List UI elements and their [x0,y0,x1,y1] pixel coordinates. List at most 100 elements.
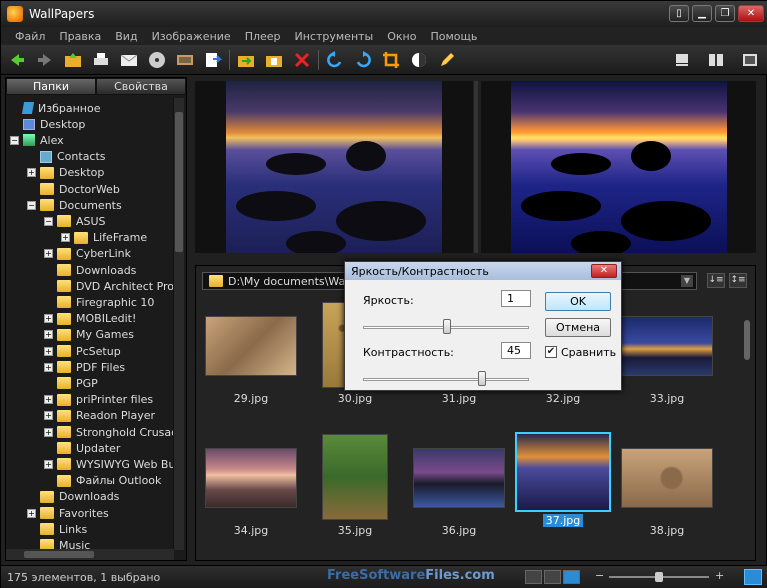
menu-edit[interactable]: Правка [59,30,101,43]
tree-item[interactable]: Файлы Outlook [44,473,161,489]
move-to-folder-icon[interactable] [234,49,258,71]
view-split-icon[interactable] [704,49,728,71]
browser-scrollbar[interactable] [742,302,753,558]
contrast-slider-thumb[interactable] [478,371,487,386]
tree-item[interactable]: + PDF Files [44,359,125,375]
convert-icon[interactable] [201,49,225,71]
expand-icon[interactable]: + [61,233,70,243]
forward-arrow-icon[interactable] [33,49,57,71]
expand-icon[interactable]: + [44,330,53,340]
thumbnail-item[interactable]: 35.jpg [307,434,403,537]
collapse-icon[interactable]: − [27,200,36,210]
sort-ascending-icon[interactable]: ↓≡ [707,273,725,288]
tab-folders[interactable]: Папки [6,78,96,95]
thumbnail-item[interactable]: 37.jpg [515,432,611,527]
fullscreen-icon[interactable] [744,569,762,585]
thumbnail-item[interactable]: 29.jpg [203,316,299,405]
contrast-input[interactable]: 45 [501,342,531,359]
zoom-out-icon[interactable]: − [595,569,604,582]
tree-item[interactable]: Desktop [10,116,85,132]
tree-item[interactable]: + priPrinter files [44,392,153,408]
disc-icon[interactable] [145,49,169,71]
expand-icon[interactable]: + [44,362,53,372]
tree-item[interactable]: + LifeFrame [61,230,147,246]
cancel-button[interactable]: Отмена [545,318,611,337]
tree-item[interactable]: Updater [44,440,120,456]
brightness-slider-thumb[interactable] [443,319,451,334]
expand-icon[interactable]: + [27,168,36,178]
print-icon[interactable] [89,49,113,71]
tree-item[interactable]: + MOBILedit! [44,311,136,327]
expand-icon[interactable]: + [44,459,53,469]
view-fullscreen-icon[interactable] [738,49,762,71]
expand-icon[interactable]: + [44,395,53,405]
thumbnail-item[interactable]: 36.jpg [411,448,507,537]
rotate-left-icon[interactable] [323,49,347,71]
tree-item[interactable]: Contacts [27,149,106,165]
expand-icon[interactable]: + [44,314,53,324]
back-arrow-icon[interactable] [5,49,29,71]
thumbnail-item[interactable]: 38.jpg [619,448,715,537]
rotate-right-icon[interactable] [351,49,375,71]
restore-button[interactable]: ❐ [715,5,735,22]
tree-item[interactable]: + CyberLink [44,246,131,262]
menu-player[interactable]: Плеер [245,30,281,43]
pencil-icon[interactable] [435,49,459,71]
tree-item[interactable]: + PcSetup [44,343,121,359]
view-single-icon[interactable] [670,49,694,71]
tree-item[interactable]: Links [27,521,87,537]
tree-item[interactable]: + Desktop [27,165,104,181]
tree-item[interactable]: Downloads [27,489,119,505]
collapse-icon[interactable]: − [10,135,19,145]
expand-icon[interactable]: + [27,508,36,518]
thumbnail-item[interactable]: 33.jpg [619,316,715,405]
menu-view[interactable]: Вид [115,30,137,43]
tree-item[interactable]: Firegraphic 10 [44,294,154,310]
expand-icon[interactable]: + [44,411,53,421]
view-list-icon[interactable] [525,570,542,584]
collapse-icon[interactable]: − [44,216,53,226]
brightness-input[interactable]: 1 [501,290,531,307]
crop-icon[interactable] [379,49,403,71]
zoom-slider-thumb[interactable] [655,572,663,582]
contrast-slider[interactable] [363,378,529,381]
zoom-slider[interactable]: − + [595,569,725,582]
ok-button[interactable]: OK [545,292,611,311]
menu-window[interactable]: Окно [387,30,416,43]
folder-up-icon[interactable] [61,49,85,71]
menu-tools[interactable]: Инструменты [295,30,374,43]
thumbnail-item[interactable]: 34.jpg [203,448,299,537]
expand-icon[interactable]: + [44,249,53,259]
copy-to-folder-icon[interactable] [262,49,286,71]
tree-item[interactable]: + My Games [44,327,134,343]
tree-item[interactable]: Downloads [44,262,136,278]
menu-help[interactable]: Помощь [430,30,477,43]
filmstrip-icon[interactable] [173,49,197,71]
tree-horizontal-scrollbar[interactable] [6,549,174,560]
tab-properties[interactable]: Свойства [96,78,186,95]
tree-item[interactable]: − ASUS [44,213,106,229]
tree-item[interactable]: PGP [44,375,98,391]
tree-item[interactable]: Избранное [10,100,100,116]
tree-item[interactable]: − Documents [27,197,122,213]
minimize-button[interactable]: ▁ [692,5,712,22]
expand-icon[interactable]: + [44,346,53,356]
email-icon[interactable] [117,49,141,71]
tree-item[interactable]: + Readon Player [44,408,155,424]
delete-icon[interactable] [290,49,314,71]
tree-item[interactable]: + Favorites [27,505,109,521]
tree-vertical-scrollbar[interactable] [173,98,184,550]
compare-checkbox[interactable]: ✔ [545,346,557,358]
dialog-close-button[interactable]: ✕ [591,264,617,278]
close-button[interactable]: ✕ [738,5,764,22]
view-thumbnails-icon[interactable] [563,570,580,584]
tree-item[interactable]: + WYSIWYG Web Buil [44,456,174,472]
tree-item[interactable]: + Stronghold Crusade [44,424,174,440]
contrast-icon[interactable] [407,49,431,71]
tree-item[interactable]: DoctorWeb [27,181,120,197]
chevron-down-icon[interactable]: ▼ [681,275,693,287]
zoom-in-icon[interactable]: + [715,569,724,582]
menu-file[interactable]: Файл [15,30,45,43]
pin-icon[interactable]: ▯ [669,5,689,22]
expand-icon[interactable]: + [44,427,53,437]
